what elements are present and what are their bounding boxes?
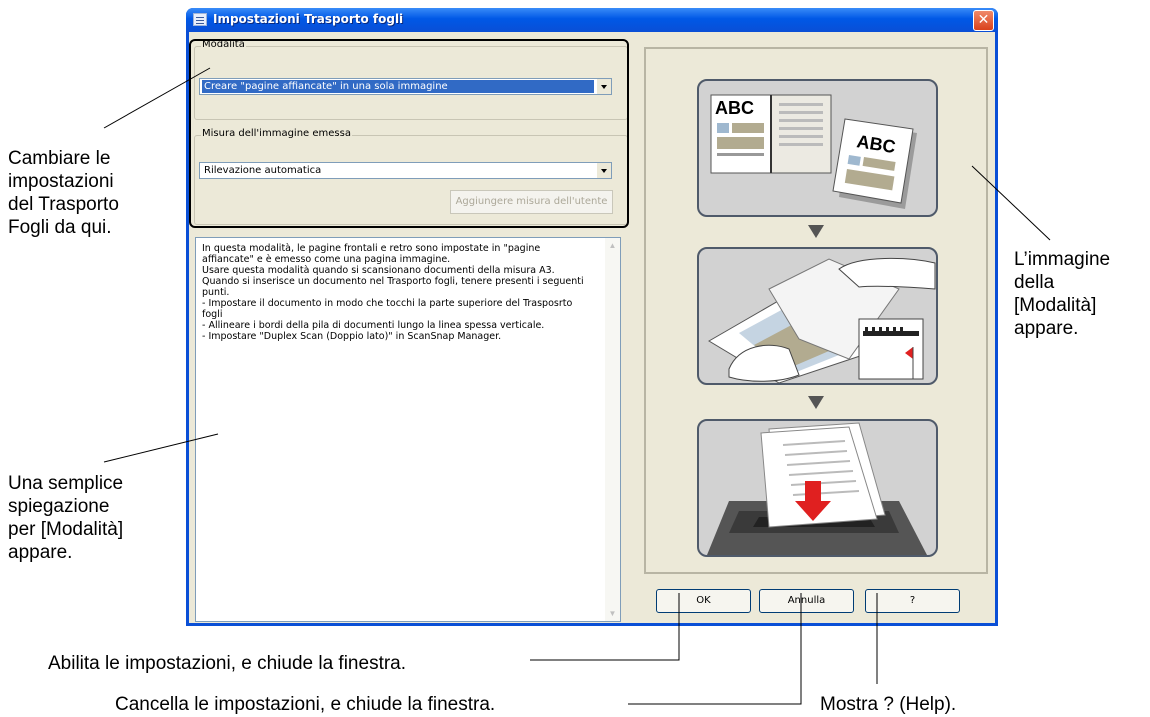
callout-ok-desc: Abilita le impostazioni, e chiude la fin… [48,653,407,674]
desc-line: - Impostare il documento in modo che toc… [202,298,573,320]
close-button[interactable]: ✕ [973,10,994,31]
desc-line: In questa modalità, le pagine frontali e… [202,243,541,265]
settings-window: Impostazioni Trasporto fogli ✕ Modalità … [186,8,998,626]
callout-cancel-desc: Cancella le impostazioni, e chiude la fi… [115,694,496,715]
side-by-side-pages-icon: ABC ABC [710,94,917,209]
insert-carrier-sheet-icon [708,257,936,383]
window-icon [193,13,207,26]
dialog-client: Modalità Creare "pagine affiancate" in u… [189,32,995,623]
arrow-down-icon [808,225,824,238]
scanner-feed-icon [707,422,927,555]
illustration-insert-carrier [697,247,938,385]
illustration-side-by-side: ABC ABC [697,79,938,217]
window-title: Impostazioni Trasporto fogli [213,12,404,26]
ok-button[interactable]: OK [656,589,751,613]
desc-line: Usare questa modalità quando si scansion… [202,265,555,276]
desc-line: Quando si inserisce un documento nel Tra… [202,276,584,298]
scroll-up-icon[interactable]: ▲ [605,238,620,253]
callout-image-appears: L’immagine della [Modalità] appare. [1014,249,1111,339]
description-box[interactable]: In questa modalità, le pagine frontali e… [195,237,621,622]
arrow-down-icon [808,396,824,409]
scroll-down-icon[interactable]: ▼ [605,606,620,621]
title-bar[interactable]: Impostazioni Trasporto fogli ✕ [186,8,998,32]
help-button[interactable]: ? [865,589,960,613]
settings-highlight-outline [189,39,629,228]
abc-text-left: ABC [715,98,754,118]
description-scrollbar[interactable]: ▲ ▼ [605,238,620,621]
illustration-scanner [697,419,938,557]
callout-simple-explanation: Una semplice spiegazione per [Modalità] … [8,473,124,563]
callout-change-settings: Cambiare le impostazioni del Trasporto F… [8,148,119,238]
desc-line: - Allineare i bordi della pila di docume… [202,320,545,331]
cancel-button[interactable]: Annulla [759,589,854,613]
callout-help-desc: Mostra ? (Help). [820,694,957,715]
desc-line: - Impostare "Duplex Scan (Doppio lato)" … [202,331,502,342]
mode-image-panel: ABC ABC [644,47,988,574]
